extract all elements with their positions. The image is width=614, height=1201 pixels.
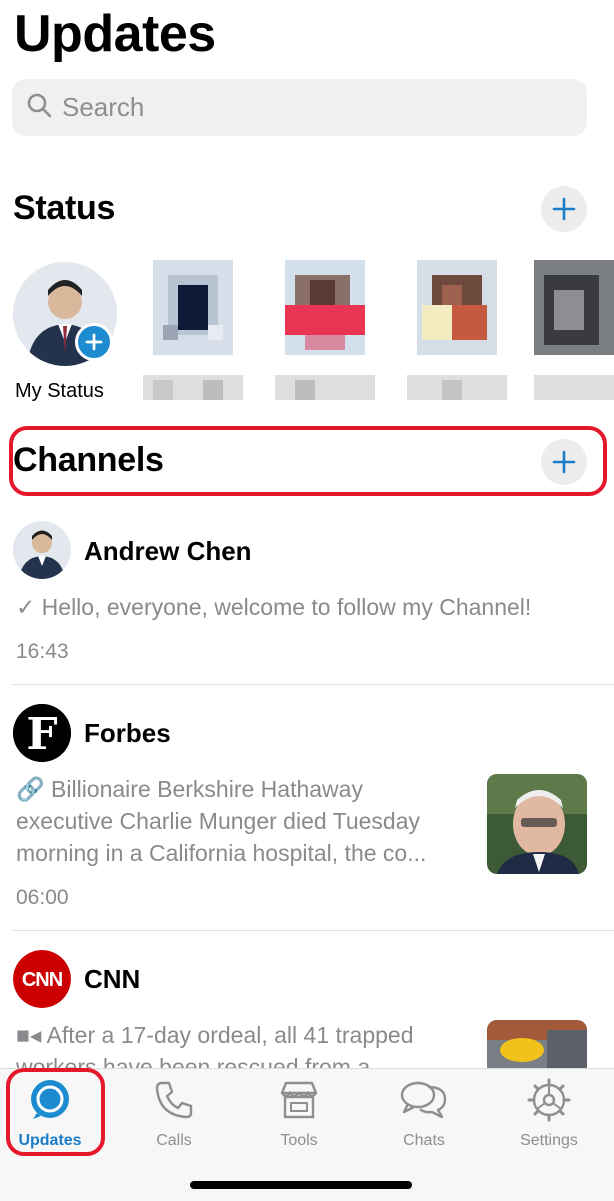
channel-name: CNN bbox=[84, 964, 141, 994]
channel-name: Andrew Chen bbox=[84, 536, 252, 566]
status-item[interactable] bbox=[133, 240, 251, 405]
search-placeholder: Search bbox=[62, 92, 145, 122]
tab-chats[interactable]: Chats bbox=[374, 1077, 474, 1150]
channel-name: Forbes bbox=[84, 718, 171, 748]
status-section-title: Status bbox=[13, 189, 116, 227]
svg-text:CNN: CNN bbox=[22, 969, 63, 991]
tab-calls[interactable]: Calls bbox=[124, 1077, 224, 1150]
add-channel-button[interactable] bbox=[541, 439, 587, 485]
video-icon: ■◂ bbox=[16, 1022, 47, 1048]
page-title: Updates bbox=[14, 5, 216, 63]
channel-time: 06:00 bbox=[16, 886, 69, 909]
status-item[interactable] bbox=[265, 240, 383, 405]
status-item[interactable] bbox=[529, 240, 614, 405]
divider bbox=[12, 930, 614, 931]
search-bar[interactable]: Search bbox=[12, 79, 587, 136]
search-icon bbox=[26, 92, 52, 123]
plus-icon bbox=[552, 197, 576, 221]
tab-label: Settings bbox=[520, 1132, 578, 1149]
my-status-label: My Status bbox=[15, 380, 104, 402]
checkmark-icon: ✓ bbox=[16, 594, 42, 620]
tab-label: Tools bbox=[280, 1132, 318, 1149]
channel-thumbnail[interactable] bbox=[487, 774, 587, 874]
forbes-logo: F bbox=[13, 704, 71, 762]
channel-time: 16:43 bbox=[16, 640, 69, 663]
tab-label: Calls bbox=[156, 1132, 192, 1149]
channel-message: 🔗 Billionaire Berkshire Hathaway executi… bbox=[16, 776, 427, 866]
channel-message: ✓ Hello, everyone, welcome to follow my … bbox=[16, 594, 532, 620]
chat-bubbles-icon bbox=[398, 1077, 450, 1128]
channel-avatar bbox=[13, 521, 71, 579]
cnn-logo: CNN bbox=[13, 950, 71, 1008]
channels-section-title: Channels bbox=[13, 441, 164, 479]
phone-icon bbox=[151, 1077, 197, 1128]
add-status-button[interactable] bbox=[541, 186, 587, 232]
tab-tools[interactable]: Tools bbox=[249, 1077, 349, 1150]
storefront-icon bbox=[276, 1077, 322, 1128]
plus-icon bbox=[552, 450, 576, 474]
gear-icon bbox=[526, 1077, 572, 1128]
updates-tab-highlight bbox=[6, 1068, 105, 1156]
divider bbox=[12, 684, 614, 685]
plus-icon bbox=[85, 333, 103, 351]
home-indicator[interactable] bbox=[190, 1181, 412, 1189]
status-item[interactable] bbox=[397, 240, 515, 405]
tab-label: Chats bbox=[403, 1132, 445, 1149]
add-my-status-button[interactable] bbox=[75, 323, 113, 361]
svg-text:F: F bbox=[26, 709, 57, 760]
link-icon: 🔗 bbox=[16, 776, 52, 802]
tab-settings[interactable]: Settings bbox=[499, 1077, 599, 1150]
